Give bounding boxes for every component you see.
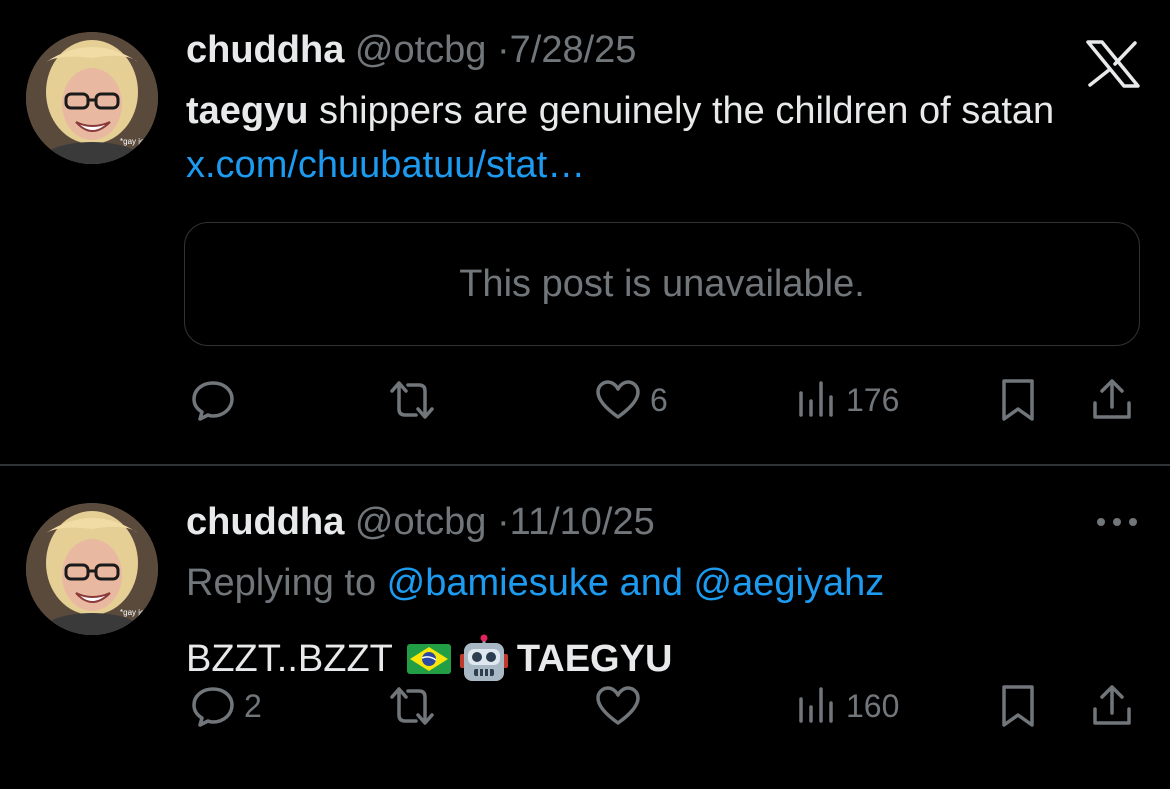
post-header: chuddha @otcbg ·7/28/25	[186, 28, 636, 72]
share-icon	[1093, 685, 1131, 725]
post-text: taegyu shippers are genuinely the childr…	[186, 84, 1116, 192]
post-2[interactable]: *gay joy* chuddha @otcbg ·11/10/25 Reply…	[0, 466, 1170, 789]
svg-text:*gay joy*: *gay joy*	[120, 137, 152, 146]
author-name[interactable]: chuddha	[186, 29, 344, 71]
heart-icon	[596, 380, 640, 419]
replying-and: and	[609, 562, 694, 604]
repost-button[interactable]	[386, 676, 438, 736]
avatar[interactable]: *gay joy*	[26, 503, 158, 635]
x-logo-icon	[1086, 40, 1140, 88]
brazil-flag-icon	[406, 644, 451, 674]
avatar-image: *gay joy*	[26, 32, 158, 164]
share-button[interactable]	[1090, 676, 1134, 736]
action-bar: 6 176	[0, 370, 1170, 430]
views-button[interactable]: 176	[796, 370, 899, 430]
post-date[interactable]: 11/10/25	[510, 501, 655, 543]
like-button[interactable]: 6	[594, 370, 668, 430]
quoted-post-unavailable: This post is unavailable.	[184, 222, 1140, 346]
bookmark-icon	[1002, 379, 1034, 421]
unavailable-text: This post is unavailable.	[459, 262, 865, 305]
avatar-image: *gay joy*	[26, 503, 158, 635]
post-text-highlight: taegyu	[186, 90, 309, 132]
bookmark-button[interactable]	[998, 370, 1038, 430]
like-button[interactable]	[594, 676, 650, 736]
like-count: 6	[650, 381, 668, 418]
bookmark-icon	[1002, 685, 1034, 727]
share-button[interactable]	[1090, 370, 1134, 430]
view-count: 160	[846, 687, 900, 724]
separator-dot: ·	[497, 29, 510, 71]
views-icon	[799, 687, 833, 723]
view-count: 176	[846, 381, 900, 418]
author-handle[interactable]: @otcbg	[355, 501, 487, 543]
author-name[interactable]: chuddha	[186, 501, 344, 543]
author-handle[interactable]: @otcbg	[355, 29, 487, 71]
more-dots-icon[interactable]	[1094, 514, 1140, 530]
post-header: chuddha @otcbg ·11/10/25	[186, 500, 655, 544]
replying-prefix: Replying to	[186, 562, 387, 604]
separator-dot: ·	[497, 501, 510, 543]
reply-count: 2	[244, 687, 262, 724]
post-date[interactable]: 7/28/25	[510, 29, 637, 71]
views-button[interactable]: 160	[796, 676, 899, 736]
views-icon	[799, 381, 833, 417]
svg-text:*gay joy*: *gay joy*	[120, 608, 152, 617]
repost-icon	[390, 687, 434, 725]
post-1[interactable]: *gay joy* chuddha @otcbg ·7/28/25 taegyu…	[0, 0, 1170, 464]
reply-icon	[192, 381, 234, 421]
bookmark-button[interactable]	[998, 676, 1038, 736]
share-icon	[1093, 379, 1131, 419]
post-text-rest: shippers are genuinely the children of s…	[308, 90, 1055, 132]
replying-user-2[interactable]: @aegiyahz	[694, 562, 885, 604]
post-link[interactable]: x.com/chuubatuu/stat…	[186, 144, 585, 186]
replying-user-1[interactable]: @bamiesuke	[387, 562, 609, 604]
avatar[interactable]: *gay joy*	[26, 32, 158, 164]
reply-button[interactable]	[190, 370, 244, 430]
action-bar: 2 160	[0, 676, 1170, 736]
reply-icon	[192, 687, 234, 727]
reply-button[interactable]: 2	[190, 676, 262, 736]
replying-to: Replying to @bamiesuke and @aegiyahz	[186, 558, 884, 608]
heart-icon	[596, 686, 640, 725]
repost-icon	[390, 381, 434, 419]
repost-button[interactable]	[386, 370, 438, 430]
